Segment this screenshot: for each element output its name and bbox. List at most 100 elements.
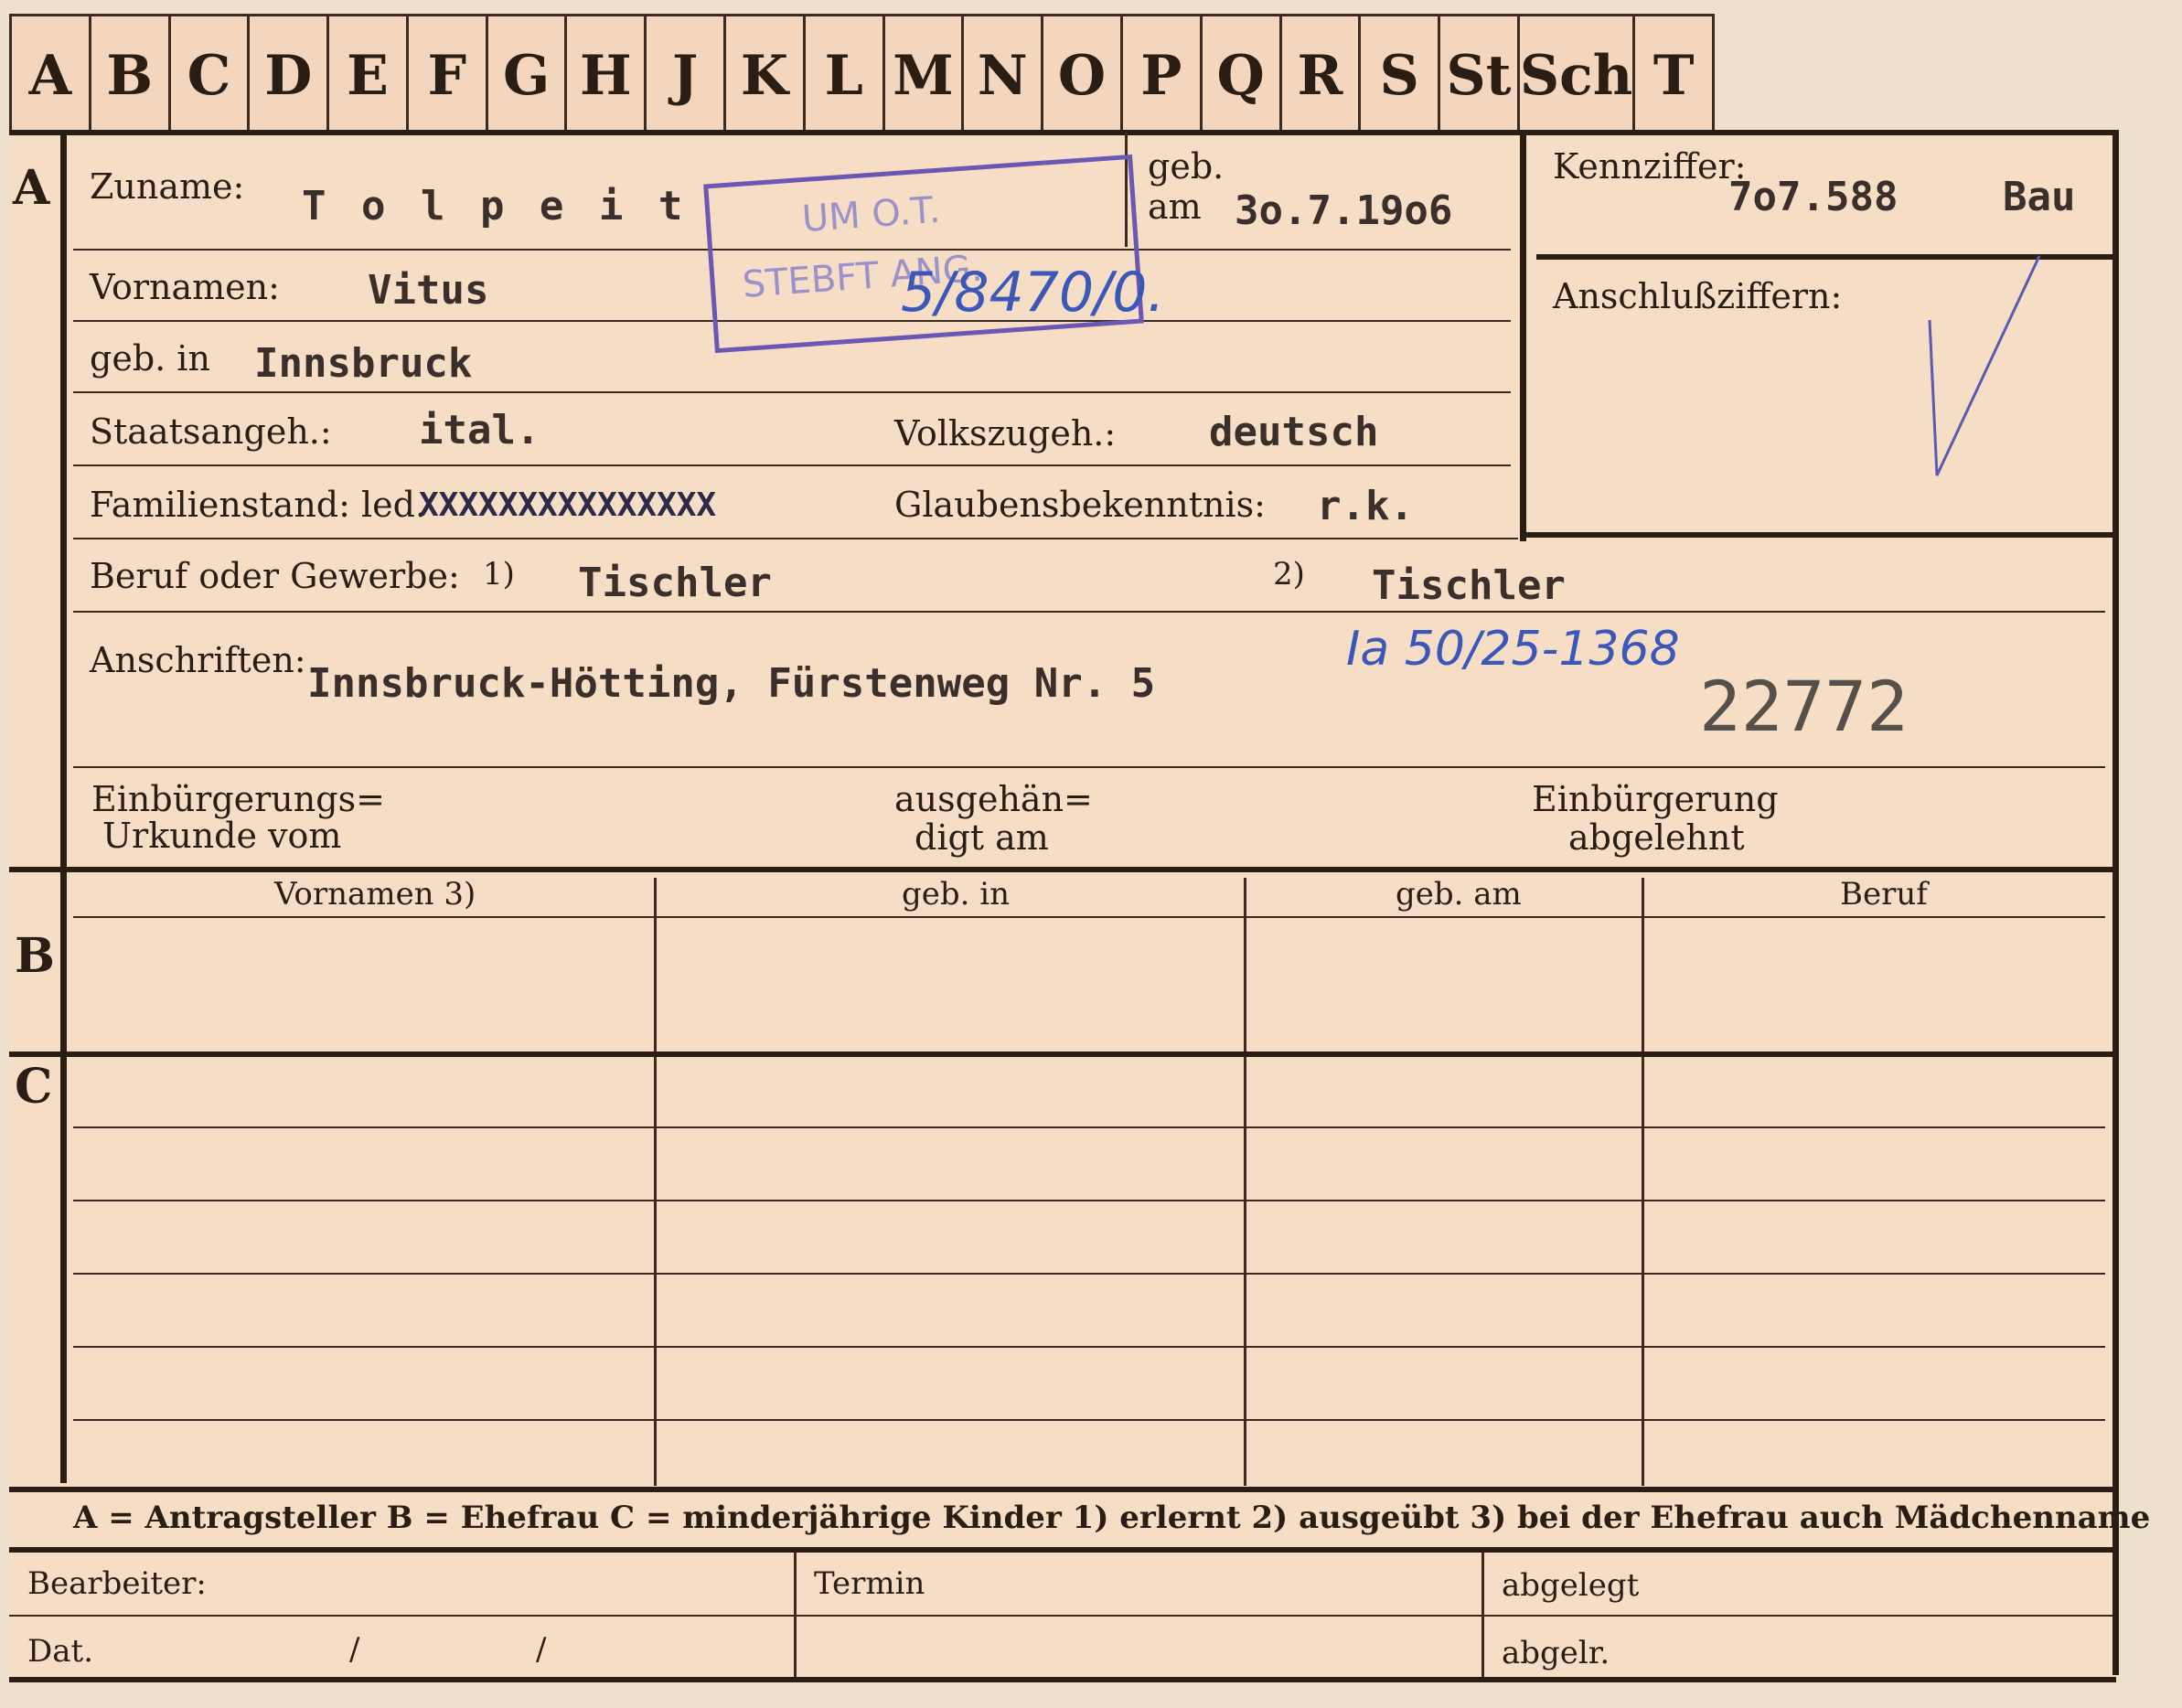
tab-a[interactable]: A [12, 16, 91, 134]
file-reference-handwritten: Ia 50/25-1368 [1346, 622, 1680, 677]
col-divider-2 [1244, 878, 1246, 1486]
familienstand-struck-value: XXXXXXXXXXXXXXX [419, 486, 717, 524]
tab-k[interactable]: K [726, 16, 806, 134]
footnote-2-marker: 2) [1273, 556, 1305, 592]
volkszugeh-label: Volkszugeh.: [894, 413, 1117, 454]
dat-label: Dat. [27, 1633, 94, 1670]
footer-divider-2 [1481, 1553, 1484, 1681]
section-c-row-4 [73, 1346, 2105, 1348]
einbuergerung-abgelehnt-label-1: Einbürgerung [1532, 779, 1779, 819]
einbuergerungs-label-1: Einbürgerungs= [91, 779, 385, 819]
footer-mid-line [9, 1615, 2112, 1617]
bottom-rule [9, 1677, 2116, 1682]
section-c-row-5 [73, 1419, 2105, 1421]
date-slash-2: / [536, 1631, 547, 1668]
bearbeiter-label: Bearbeiter: [27, 1565, 207, 1602]
check-mark-icon [1928, 255, 2041, 476]
left-rule [60, 130, 67, 1483]
vornamen-label: Vornamen: [90, 267, 280, 307]
zuname-label: Zuname: [90, 166, 245, 207]
tab-p[interactable]: P [1123, 16, 1203, 134]
abgelegt-label: abgelegt [1502, 1567, 1640, 1604]
legend-top-rule [9, 1487, 2116, 1492]
header-beruf: Beruf [1840, 876, 1928, 913]
familienstand-label: Familienstand: led. [90, 485, 427, 525]
tab-g[interactable]: G [488, 16, 568, 134]
kennziffer-box-left [1520, 130, 1526, 541]
section-c-top-rule [9, 1051, 2116, 1057]
row-line-familienstand [73, 538, 1518, 539]
kennziffer-label: Kennziffer: [1553, 146, 1747, 187]
geb-in-value: Innsbruck [254, 340, 473, 387]
tab-e[interactable]: E [329, 16, 409, 134]
tab-r[interactable]: R [1282, 16, 1362, 134]
tab-s[interactable]: S [1361, 16, 1441, 134]
section-c-row-3 [73, 1273, 2105, 1275]
col-divider-3 [1642, 878, 1644, 1486]
section-c-row-1 [73, 1126, 2105, 1128]
tab-q[interactable]: Q [1203, 16, 1282, 134]
header-geb-in: geb. in [902, 876, 1011, 913]
footer-divider-1 [794, 1553, 797, 1681]
kennziffer-value: 7o7.588 [1728, 174, 1899, 220]
section-b-marker: B [15, 928, 55, 984]
tab-o[interactable]: O [1043, 16, 1123, 134]
right-rule [2112, 130, 2119, 1675]
anschlussziffern-label: Anschlußziffern: [1553, 276, 1843, 316]
header-geb-am: geb. am [1396, 876, 1522, 913]
einbuergerung-abgelehnt-label-2: abgelehnt [1568, 817, 1745, 858]
ausgehaen-label-1: ausgehän= [894, 779, 1093, 819]
tab-c[interactable]: C [171, 16, 251, 134]
tab-f[interactable]: F [409, 16, 488, 134]
abgelr-label: abgelr. [1502, 1635, 1610, 1671]
kennziffer-box-bottom [1520, 532, 2116, 538]
col-divider-1 [654, 878, 657, 1486]
glaubensbekenntnis-label: Glaubensbekenntnis: [894, 485, 1266, 525]
volkszugeh-value: deutsch [1209, 409, 1379, 455]
row-line-beruf [73, 611, 2105, 613]
geb-am-label: geb. am [1148, 146, 1225, 227]
beruf-erlernt-value: Tischler [578, 560, 772, 606]
row-line-anschriften [73, 766, 2105, 768]
header-vornamen: Vornamen 3) [274, 876, 476, 913]
tab-n[interactable]: N [964, 16, 1044, 134]
stamp-handwritten-note: 5/8470/0. [901, 261, 1165, 325]
top-rule [9, 130, 2116, 135]
einbuergerungs-label-2: Urkunde vom [102, 816, 342, 856]
glaubensbekenntnis-value: r.k. [1317, 483, 1414, 529]
section-a-marker: A [13, 160, 50, 216]
anschrift-value: Innsbruck-Hötting, Fürstenweg Nr. 5 [307, 660, 1156, 707]
date-slash-1: / [349, 1631, 360, 1668]
section-c-marker: C [15, 1059, 53, 1115]
beruf-ausgeuebt-value: Tischler [1372, 562, 1566, 609]
section-b-header-line [73, 916, 2105, 918]
legend: A = Antragsteller B = Ehefrau C = minder… [73, 1500, 2151, 1536]
footnote-1-marker: 1) [483, 556, 515, 592]
tab-h[interactable]: H [567, 16, 647, 134]
staatsangeh-label: Staatsangeh.: [90, 411, 332, 452]
legend-bottom-rule [9, 1547, 2116, 1553]
tab-d[interactable]: D [250, 16, 330, 134]
alphabet-tabs: A B C D E F G H J K L M N O P Q R S St S… [9, 14, 1715, 134]
termin-label: Termin [814, 1565, 925, 1602]
geb-am-value: 3o.7.19o6 [1235, 187, 1453, 234]
tab-j[interactable]: J [647, 16, 727, 134]
beruf-label: Beruf oder Gewerbe: [90, 556, 460, 596]
tab-l[interactable]: L [806, 16, 885, 134]
section-c-row-2 [73, 1200, 2105, 1201]
zuname-value: T o l p e i t [302, 183, 689, 230]
number-stamp: 22772 [1699, 666, 1909, 747]
tab-st[interactable]: St [1440, 16, 1520, 134]
tab-b[interactable]: B [91, 16, 171, 134]
geb-in-label: geb. in [90, 338, 210, 379]
anschriften-label: Anschriften: [90, 640, 306, 680]
kennziffer-suffix: Bau [2003, 174, 2076, 220]
ausgehaen-label-2: digt am [915, 817, 1049, 858]
stamp-line-1: UM O.T. [800, 188, 942, 241]
staatsangeh-value: ital. [419, 407, 540, 454]
tab-m[interactable]: M [885, 16, 965, 134]
tab-t[interactable]: T [1635, 16, 1712, 134]
row-line-gebin [73, 391, 1511, 393]
row-line-staatsangeh [73, 464, 1511, 466]
tab-sch[interactable]: Sch [1520, 16, 1636, 134]
